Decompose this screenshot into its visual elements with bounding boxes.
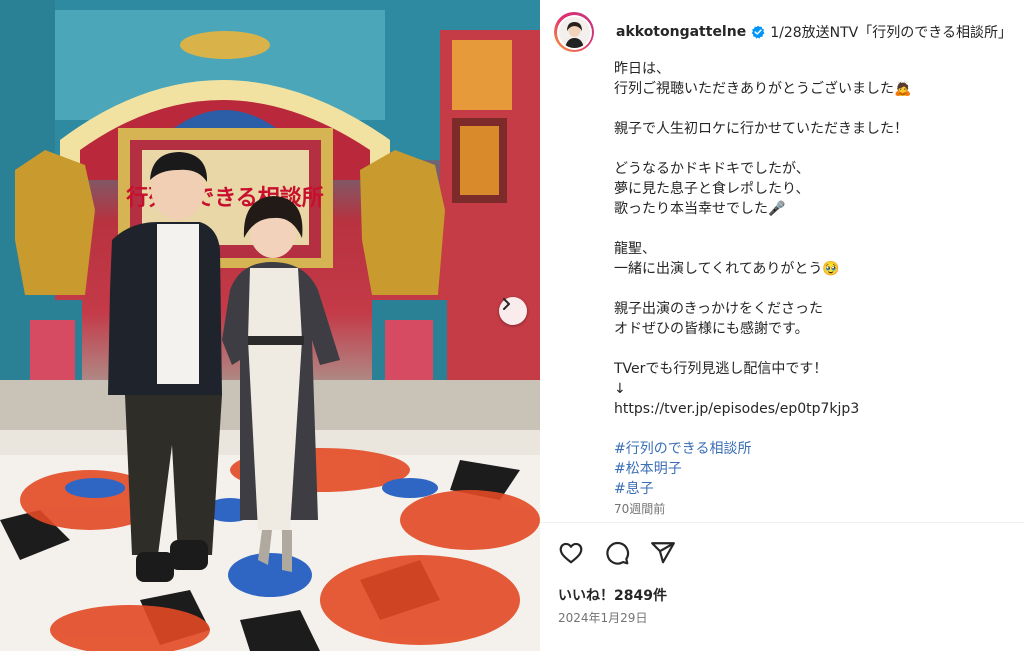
caption-line: 一緒に出演してくれてありがとう🥹 [614, 261, 840, 277]
caption-line: 親子出演のきっかけをくださった [614, 301, 824, 317]
chevron-right-icon [503, 298, 510, 310]
hashtag-link[interactable]: #松本明子 [614, 459, 1014, 479]
caption-line: オドぜひの皆様にも感謝です。 [614, 321, 809, 337]
avatar-image [558, 16, 590, 48]
next-photo-button[interactable] [499, 297, 527, 325]
post-header: akkotongattelne 1/28放送NTV「行列のできる相談所」 [554, 12, 1012, 52]
tver-link[interactable]: https://tver.jp/episodes/ep0tp7kjp3 [614, 399, 1014, 419]
divider [540, 522, 1024, 523]
relative-timestamp: 70週間前 [614, 502, 666, 516]
caption-line: 行列ご視聴いただきありがとうございました🙇 [614, 81, 912, 97]
caption-line [614, 339, 1014, 359]
paper-plane-icon [651, 542, 675, 564]
caption-line [614, 279, 1014, 299]
caption-line: 龍聖、 [614, 241, 656, 257]
hashtag-link[interactable]: #息子 [614, 479, 1014, 499]
like-count[interactable]: いいね！2849件 [558, 585, 667, 605]
caption-line [614, 139, 1014, 159]
post-actions [558, 540, 696, 566]
post-photo[interactable]: 行列のできる相談所 [0, 0, 540, 651]
caption-line: どうなるかドキドキでしたが、 [614, 161, 810, 177]
header-text: akkotongattelne 1/28放送NTV「行列のできる相談所」 [616, 22, 1012, 42]
caption-line [614, 219, 1014, 239]
hashtag-link[interactable]: #行列のできる相談所 [614, 439, 1014, 459]
comment-icon [606, 542, 630, 565]
studio-photo-illustration: 行列のできる相談所 [0, 0, 540, 651]
caption-line: ↓ [614, 381, 626, 397]
post-title: 1/28放送NTV「行列のできる相談所」 [770, 25, 1012, 41]
caption-line: 歌ったり本当幸せでした🎤 [614, 201, 786, 217]
post-details-panel: akkotongattelne 1/28放送NTV「行列のできる相談所」 昨日は… [540, 0, 1024, 651]
comment-button[interactable] [604, 540, 630, 566]
caption-line: 夢に見た息子と食レポしたり、 [614, 181, 810, 197]
username-link[interactable]: akkotongattelne [616, 24, 746, 40]
post-caption: 昨日は、 行列ご視聴いただきありがとうございました🙇 親子で人生初ロケに行かせて… [614, 59, 1014, 519]
heart-icon [559, 542, 583, 564]
caption-line: 昨日は、 [614, 61, 670, 77]
verified-badge-icon [751, 25, 765, 39]
caption-line: TVerでも行列見逃し配信中です！ [614, 361, 828, 377]
like-button[interactable] [558, 540, 584, 566]
avatar[interactable] [554, 12, 594, 52]
caption-line [614, 99, 1014, 119]
post-date: 2024年1月29日 [558, 611, 648, 625]
caption-line: 親子で人生初ロケに行かせていただきました！ [614, 121, 908, 137]
share-button[interactable] [650, 540, 676, 566]
